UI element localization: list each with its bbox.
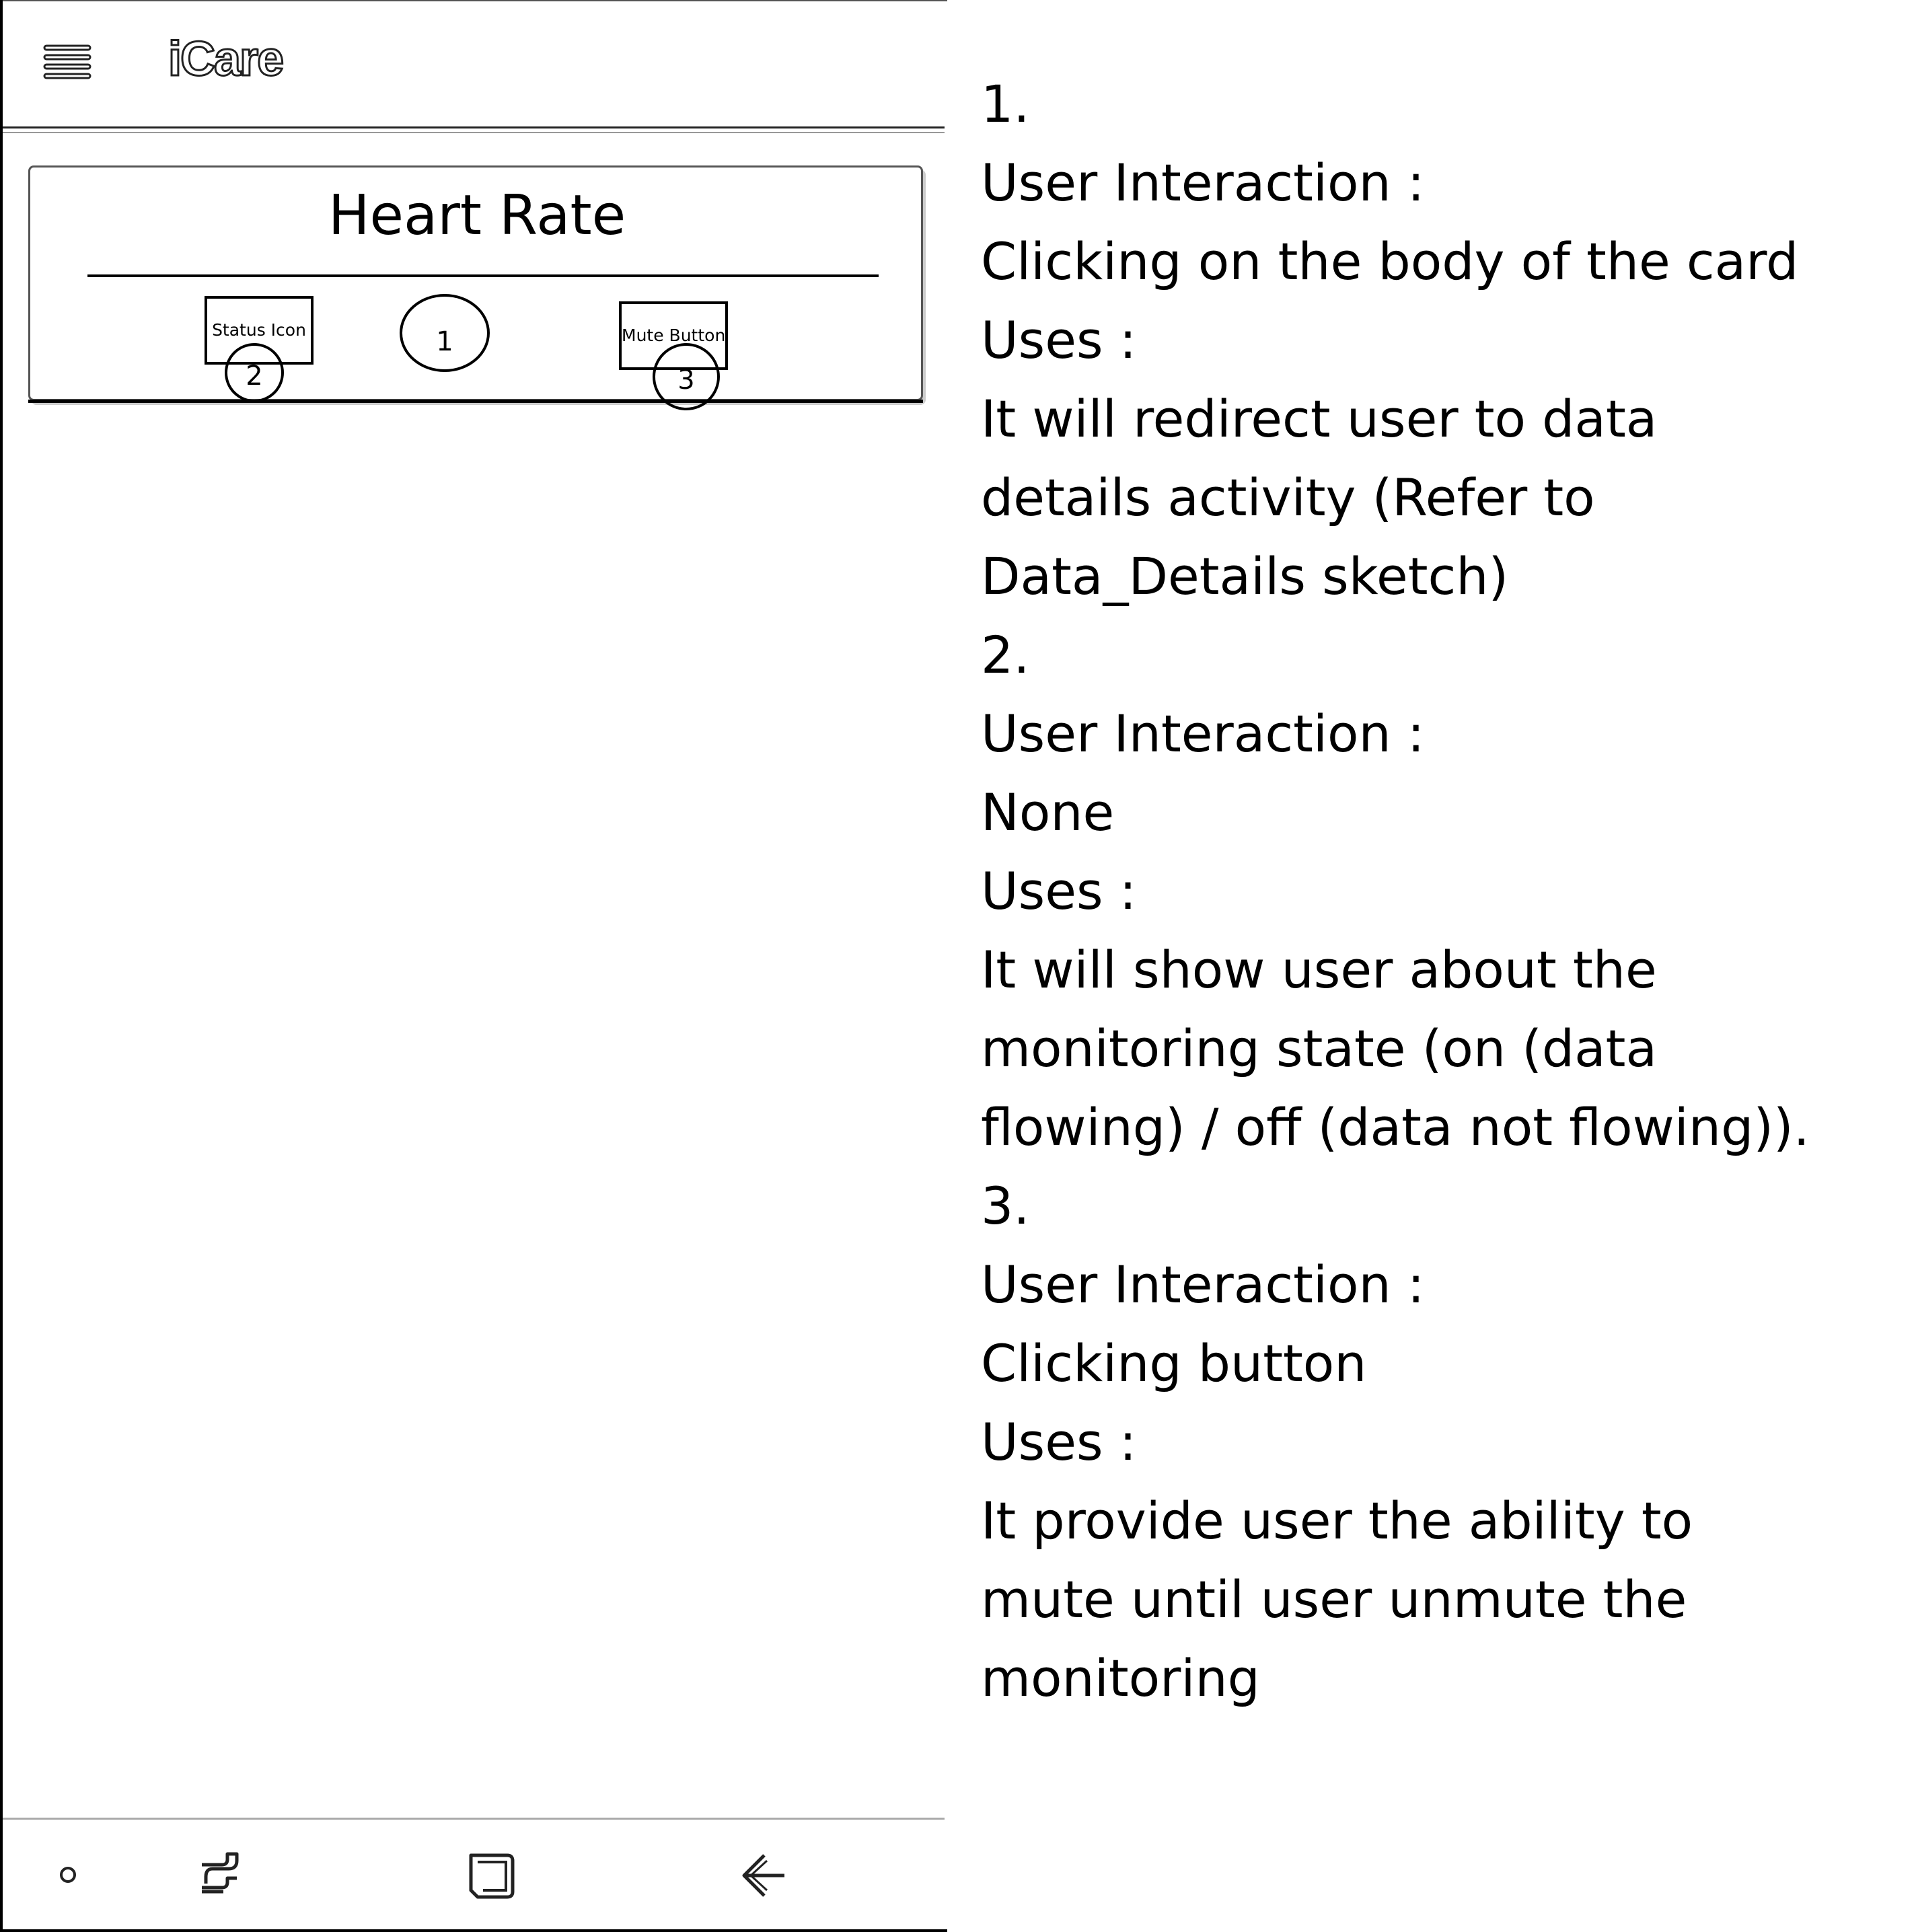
note-line: User Interaction :	[981, 704, 1425, 764]
note-line: User Interaction :	[981, 153, 1425, 213]
marker-number: 2	[246, 361, 263, 392]
note-line: Clicking button	[981, 1333, 1367, 1393]
recent-apps-icon[interactable]	[195, 1849, 244, 1902]
mute-button-label: Mute Button	[622, 326, 726, 345]
phone-bottom-border	[3, 1929, 947, 1932]
note-line: mute until user unmute the	[981, 1569, 1687, 1629]
app-title: iCare	[167, 32, 285, 86]
card-divider	[87, 274, 879, 277]
note-line: Uses :	[981, 1412, 1137, 1472]
note-line: Data_Details sketch)	[981, 546, 1509, 606]
menu-icon[interactable]	[43, 44, 91, 79]
home-icon[interactable]	[466, 1849, 518, 1902]
nav-bar-divider	[3, 1818, 945, 1820]
phone-mockup: iCare Heart Rate Status Icon Mute Button…	[0, 0, 947, 1932]
status-icon-label: Status Icon	[212, 320, 306, 340]
note-line: Uses :	[981, 861, 1137, 921]
note-line: 3.	[981, 1176, 1030, 1236]
note-line: flowing) / off (data not flowing)).	[981, 1097, 1810, 1157]
note-line: 2.	[981, 625, 1030, 685]
card-bottom-edge	[28, 400, 923, 403]
annotation-notes: 1. User Interaction : Clicking on the bo…	[981, 65, 1909, 1717]
annotation-marker-1: 1	[400, 294, 490, 372]
annotation-marker-2: 2	[225, 343, 284, 402]
note-line: It will show user about the	[981, 940, 1657, 1000]
note-line: Clicking on the body of the card	[981, 231, 1799, 291]
back-arrow-icon[interactable]	[737, 1849, 788, 1902]
note-line: monitoring state (on (data	[981, 1018, 1658, 1078]
marker-number: 3	[677, 365, 695, 396]
app-bar-shadow	[3, 132, 945, 133]
note-line: It will redirect user to data	[981, 389, 1658, 449]
card-title: Heart Rate	[328, 184, 626, 248]
dot-icon[interactable]	[58, 1865, 78, 1885]
note-line: User Interaction :	[981, 1255, 1425, 1314]
note-line: monitoring	[981, 1648, 1260, 1708]
app-bar: iCare	[3, 0, 945, 132]
note-line: None	[981, 782, 1115, 842]
app-bar-divider	[3, 126, 945, 128]
note-line: It provide user the ability to	[981, 1491, 1693, 1551]
annotation-marker-3: 3	[653, 343, 720, 410]
note-line: Uses :	[981, 310, 1137, 370]
note-line: 1.	[981, 74, 1030, 134]
note-line: details activity (Refer to	[981, 468, 1595, 527]
marker-number: 1	[436, 326, 453, 357]
